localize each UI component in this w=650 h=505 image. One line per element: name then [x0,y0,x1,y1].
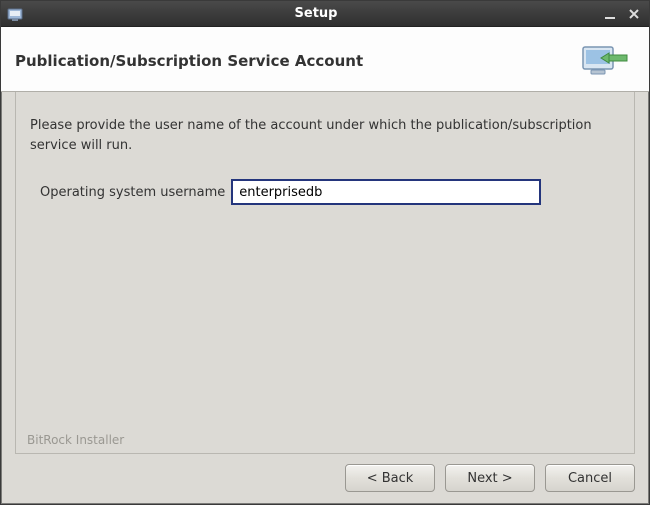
username-row: Operating system username [30,179,620,205]
wizard-header: Publication/Subscription Service Account [1,27,649,92]
cancel-button[interactable]: Cancel [545,464,635,492]
wizard-icon [579,41,631,81]
titlebar: Setup [1,1,649,27]
page-title: Publication/Subscription Service Account [15,52,579,70]
wizard-buttons: < Back Next > Cancel [345,464,635,492]
minimize-button[interactable] [601,6,619,22]
username-label: Operating system username [40,185,225,200]
username-input[interactable] [231,179,541,205]
wizard-content: Please provide the user name of the acco… [1,92,649,504]
branding-label: BitRock Installer [23,433,128,447]
app-icon [7,6,23,22]
window-controls [601,6,643,22]
next-button[interactable]: Next > [445,464,535,492]
branding-wrap: BitRock Installer [23,433,128,448]
instruction-text: Please provide the user name of the acco… [30,116,620,155]
setup-window: Setup Publication/Subscription Service A… [0,0,650,505]
back-button[interactable]: < Back [345,464,435,492]
content-panel: Please provide the user name of the acco… [15,92,635,454]
window-title: Setup [31,6,601,21]
close-button[interactable] [625,6,643,22]
